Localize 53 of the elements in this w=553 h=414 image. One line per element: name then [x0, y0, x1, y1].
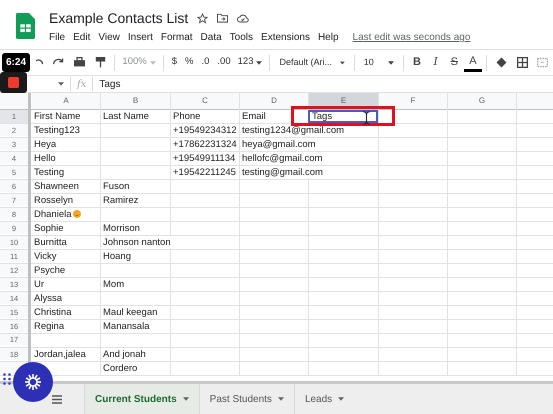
- cloud-icon[interactable]: [237, 14, 250, 22]
- last-edit-link[interactable]: Last edit was seconds ago: [352, 30, 470, 45]
- dropdown-button[interactable]: 10: [358, 52, 399, 72]
- grip-icon[interactable]: [3, 373, 11, 385]
- caret-icon: [58, 82, 64, 86]
- column-header[interactable]: G: [448, 93, 516, 109]
- menu-item[interactable]: View: [98, 30, 120, 45]
- caret-icon: [256, 60, 262, 64]
- dropdown-button[interactable]: 123: [234, 52, 266, 72]
- timestamp-badge: 6:24: [2, 53, 30, 72]
- caret-icon: [388, 60, 394, 64]
- column-header[interactable]: A: [32, 93, 100, 109]
- menu-item[interactable]: File: [49, 30, 66, 45]
- sheet-tab[interactable]: Past Students: [198, 384, 294, 414]
- format-button[interactable]: %: [181, 52, 198, 72]
- caret-icon: [340, 60, 345, 64]
- column-header[interactable]: B: [101, 93, 170, 109]
- formula-field[interactable]: Tags: [93, 76, 120, 92]
- menu-item[interactable]: Extensions: [261, 30, 310, 45]
- table-cell: +19549234312: [171, 124, 239, 136]
- sheets-logo-icon[interactable]: [16, 13, 35, 39]
- format-button[interactable]: .0: [197, 52, 214, 72]
- menu-item[interactable]: Tools: [230, 30, 254, 45]
- caret-icon: [278, 397, 284, 401]
- column-header[interactable]: F: [379, 93, 447, 109]
- caret-icon: [182, 397, 189, 401]
- format-button[interactable]: .00: [213, 52, 235, 72]
- strikethrough-button[interactable]: S: [444, 52, 464, 72]
- table-cell: +17862231324: [171, 138, 239, 150]
- menu-item[interactable]: Format: [160, 30, 193, 45]
- italic-button[interactable]: I: [426, 52, 445, 72]
- caret-icon: [338, 397, 344, 401]
- sheet-tab[interactable]: Current Students: [84, 384, 199, 414]
- column-header[interactable]: D: [240, 93, 308, 109]
- caret-icon: [150, 60, 156, 64]
- dropdown-button[interactable]: Default (Ari...: [274, 52, 350, 72]
- bold-button[interactable]: B: [408, 52, 426, 72]
- stop-button[interactable]: [0, 72, 27, 93]
- star-icon[interactable]: [197, 12, 208, 24]
- folder-icon[interactable]: [217, 13, 228, 23]
- document-title[interactable]: Example Contacts List: [49, 8, 188, 28]
- text-cursor-icon: [362, 111, 371, 125]
- gear-button[interactable]: [13, 362, 53, 402]
- column-header[interactable]: C: [171, 93, 239, 109]
- menu-item[interactable]: Data: [200, 30, 222, 45]
- sheet-tab[interactable]: Leads: [294, 384, 354, 414]
- fx-label: fx: [76, 78, 88, 92]
- menu-item[interactable]: Help: [318, 30, 339, 45]
- format-button[interactable]: $: [168, 52, 182, 72]
- menu-item[interactable]: Insert: [128, 30, 153, 45]
- menu-item[interactable]: Edit: [73, 30, 90, 45]
- text-color-button[interactable]: A: [464, 54, 482, 72]
- sheet-list-icon[interactable]: [52, 394, 62, 404]
